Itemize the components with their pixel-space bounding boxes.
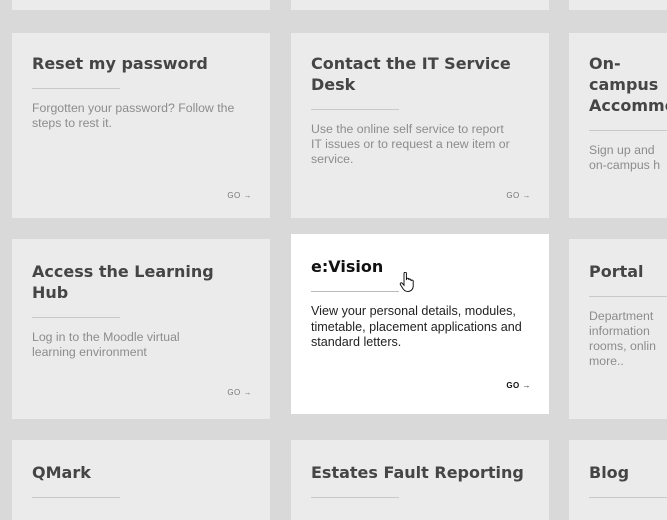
- card-title: Contact the IT Service Desk: [311, 54, 511, 94]
- go-link[interactable]: GO →: [227, 388, 252, 397]
- divider: [311, 109, 399, 110]
- card-description: Forgotten your password? Follow the step…: [32, 101, 235, 130]
- divider: [311, 497, 399, 498]
- card-title: QMark: [32, 463, 91, 482]
- card-blog[interactable]: Blog: [569, 440, 667, 520]
- go-link[interactable]: GO →: [227, 191, 252, 200]
- divider: [32, 497, 120, 498]
- card-access-learning-hub[interactable]: Access the Learning Hub Log in to the Mo…: [12, 239, 270, 419]
- card-description: Log in to the Moodle virtual learning en…: [32, 330, 180, 359]
- divider: [311, 291, 399, 292]
- card-estates-fault-reporting[interactable]: Estates Fault Reporting: [291, 440, 549, 520]
- card-reset-password[interactable]: Reset my password Forgotten your passwor…: [12, 33, 270, 218]
- card-contact-it-service-desk[interactable]: Contact the IT Service Desk Use the onli…: [291, 33, 549, 218]
- divider: [32, 317, 120, 318]
- card-on-campus-accommodation[interactable]: On-campus Accommodation Sign up and on-c…: [569, 33, 667, 218]
- card-description: Department information rooms, onlin more…: [589, 309, 656, 368]
- card-title: On-campus Accommodation: [589, 54, 667, 115]
- card-description: Sign up and on-campus h: [589, 143, 661, 172]
- go-link[interactable]: GO →: [506, 191, 531, 200]
- divider: [589, 497, 667, 498]
- card-title: Portal: [589, 262, 644, 281]
- card-title: e:Vision: [311, 257, 384, 276]
- card-strip-top-3: [569, 0, 667, 10]
- divider: [589, 296, 667, 297]
- card-strip-top-2: [291, 0, 549, 10]
- card-description: Use the online self service to report IT…: [311, 122, 510, 166]
- card-title: Access the Learning Hub: [32, 262, 214, 302]
- card-title: Estates Fault Reporting: [311, 463, 524, 482]
- card-description: View your personal details, modules, tim…: [311, 304, 522, 349]
- divider: [589, 130, 667, 131]
- go-link[interactable]: GO →: [506, 381, 531, 390]
- card-title: Blog: [589, 463, 630, 482]
- divider: [32, 88, 120, 89]
- card-title: Reset my password: [32, 54, 208, 73]
- card-strip-top-1: [12, 0, 270, 10]
- hand-pointer-icon: [399, 271, 415, 297]
- card-qmark[interactable]: QMark: [12, 440, 270, 520]
- card-portal[interactable]: Portal Department information rooms, onl…: [569, 239, 667, 419]
- card-evision[interactable]: e:Vision View your personal details, mod…: [291, 234, 549, 414]
